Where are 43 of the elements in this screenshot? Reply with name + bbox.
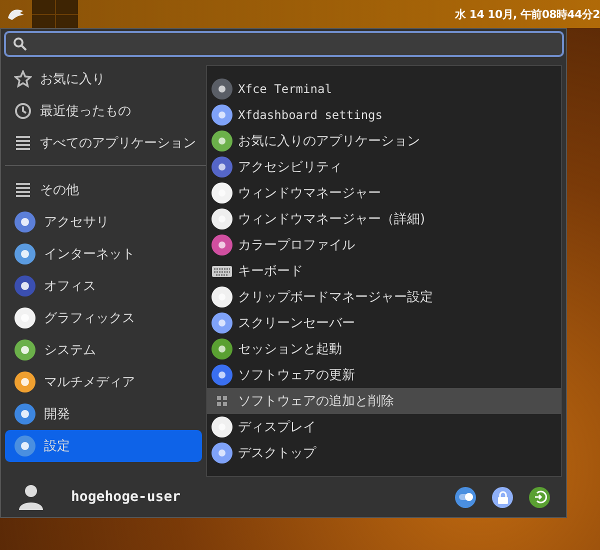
workspace-switcher[interactable] (32, 0, 78, 28)
category-item[interactable]: 設定 (5, 430, 202, 462)
app-item[interactable]: Xfce Terminal (207, 76, 561, 102)
toggle-icon (458, 493, 472, 501)
category-item[interactable]: システム (5, 334, 202, 366)
settings-button[interactable] (455, 486, 476, 508)
category-item[interactable]: その他 (5, 174, 202, 206)
logout-button[interactable] (529, 486, 550, 508)
list-icon (14, 135, 32, 151)
category-item[interactable]: お気に入り (5, 63, 202, 95)
category-item[interactable]: グラフィックス (5, 302, 202, 334)
list-icon (14, 182, 32, 198)
app-item[interactable]: クリップボードマネージャー設定 (207, 284, 561, 310)
app-item[interactable]: ソフトウェアの更新 (207, 362, 561, 388)
app-item[interactable]: セッションと起動 (207, 336, 561, 362)
search-field[interactable] (4, 31, 564, 57)
category-item[interactable]: 開発 (5, 398, 202, 430)
lock-icon (496, 490, 508, 504)
lock-button[interactable] (492, 486, 513, 508)
category-item[interactable]: マルチメディア (5, 366, 202, 398)
star-icon (14, 70, 32, 88)
user-avatar-icon (17, 483, 45, 511)
app-item[interactable]: Xfdashboard settings (207, 102, 561, 128)
category-item[interactable]: インターネット (5, 238, 202, 270)
search-icon (13, 37, 27, 51)
app-item[interactable]: アクセシビリティ (207, 154, 561, 180)
app-item[interactable]: スクリーンセーバー (207, 310, 561, 336)
app-item[interactable]: お気に入りのアプリケーション (207, 128, 561, 154)
app-item[interactable]: ディスプレイ (207, 414, 561, 440)
app-item[interactable]: カラープロファイル (207, 232, 561, 258)
app-item[interactable]: ウィンドウマネージャー (207, 180, 561, 206)
app-item[interactable]: デスクトップ (207, 440, 561, 466)
logout-icon (532, 490, 546, 504)
clock-icon (14, 102, 32, 120)
category-item[interactable]: すべてのアプリケーション (5, 127, 202, 159)
category-item[interactable]: オフィス (5, 270, 202, 302)
app-item[interactable]: ウィンドウマネージャー（詳細) (207, 206, 561, 232)
clock: 水 14 10月, 午前08時44分2 (455, 6, 600, 22)
app-item[interactable]: キーボード (207, 258, 561, 284)
category-item[interactable]: 最近使ったもの (5, 95, 202, 127)
app-item[interactable]: ソフトウェアの追加と削除 (207, 388, 561, 414)
user-name: hogehoge-user (71, 489, 181, 505)
category-item[interactable]: アクセサリ (5, 206, 202, 238)
